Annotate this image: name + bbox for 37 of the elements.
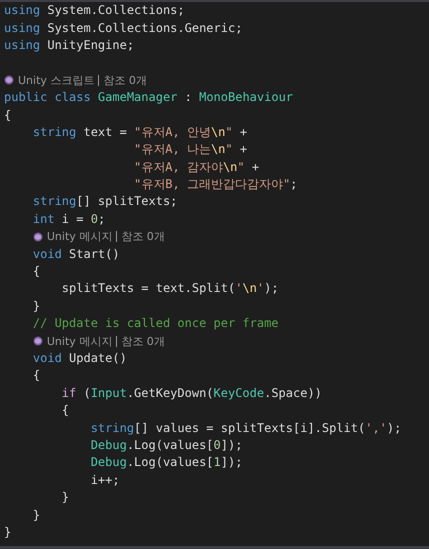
codelens-link[interactable]: Unity 스크립트 [18,72,94,88]
code-line: { [4,106,12,124]
code-line: if (Input.GetKeyDown(KeyCode.Space)) [60,384,322,402]
code-line: void Start() [32,246,120,263]
code-line: using System.Collections.Generic; [4,20,242,37]
code-line: } [4,524,12,541]
code-line: splitTexts = text.Split('\n'); [60,280,279,298]
code-line: Debug.Log(values[1]); [90,454,242,472]
code-line: "유저A, 나는\n" + [133,141,248,158]
code-line: "유저A, 감자야\n" + [133,158,260,176]
codelens-link[interactable]: 참조 0개 [121,229,165,244]
code-line: // Update is called once per frame [32,315,279,332]
code-line: int i = 0; [32,210,106,228]
codelens-link[interactable]: Unity 메시지 [46,334,112,349]
code-editor[interactable] [0,0,429,549]
code-line: } [32,506,40,524]
code-line: } [60,489,70,506]
code-line: i++; [90,472,120,489]
codelens-link[interactable]: 참조 0개 [103,72,147,88]
code-line: string[] splitTexts; [32,193,178,210]
code-line: { [32,367,40,384]
codelens-link[interactable]: 참조 0개 [121,334,165,349]
code-line: "유저B, 그래반갑다감자야"; [133,176,298,194]
codelens-link[interactable]: Unity 메시지 [46,229,112,244]
cube-icon [32,336,43,346]
cube-icon [32,232,43,242]
code-line: Debug.Log(values[0]); [90,436,242,454]
cube-icon [4,75,14,86]
code-line: string[] values = splitTexts[i].Split(','); [90,420,402,437]
code-line: string text = "유저A, 안녕\n" + [32,124,248,141]
code-line: using UnityEngine; [4,36,134,54]
code-line: } [32,298,40,315]
code-line: using System.Collections; [4,2,185,20]
code-line: void Update() [32,350,127,367]
code-line: public class GameManager : MonoBehaviour [4,89,294,106]
code-line: { [60,402,70,420]
code-line: { [32,263,40,280]
